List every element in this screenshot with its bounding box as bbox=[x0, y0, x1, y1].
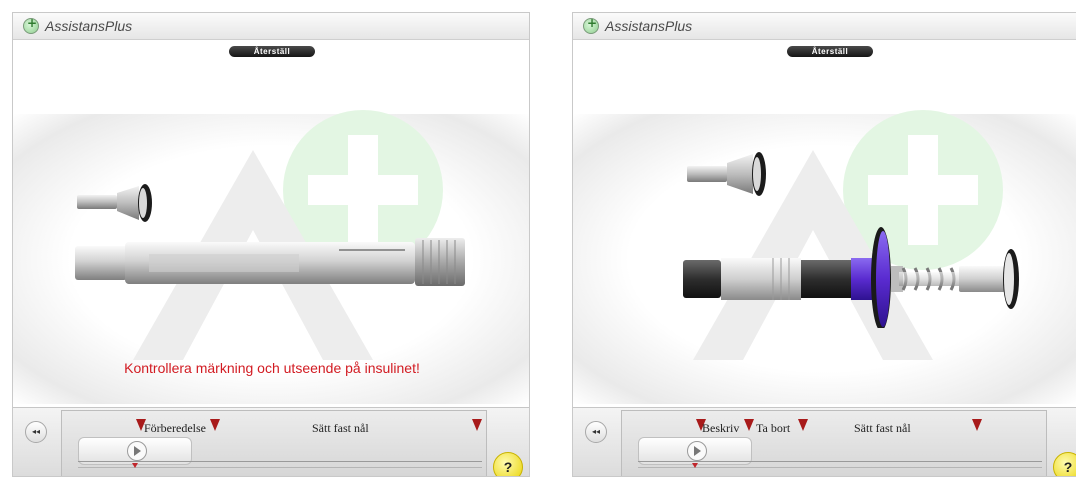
play-icon[interactable] bbox=[687, 441, 707, 461]
timeline-area: ◂◂ Beskriv Ta bort Sätt fast nål ? bbox=[573, 407, 1076, 476]
reset-button[interactable]: Återställ bbox=[787, 46, 873, 57]
chapter-label[interactable]: Sätt fast nål bbox=[854, 421, 911, 436]
assistansplus-logo-icon bbox=[583, 16, 599, 34]
chapter-marker[interactable] bbox=[972, 419, 982, 431]
reset-button[interactable]: Återställ bbox=[229, 46, 315, 57]
play-icon[interactable] bbox=[127, 441, 147, 461]
progress-bar[interactable] bbox=[638, 461, 1042, 462]
pen-mechanism[interactable] bbox=[677, 218, 1047, 328]
help-button[interactable]: ? bbox=[493, 452, 523, 476]
progress-bar[interactable] bbox=[78, 461, 482, 462]
help-button[interactable]: ? bbox=[1053, 452, 1076, 476]
chapter-label[interactable]: Förberedelse bbox=[144, 421, 210, 436]
app-title: AssistansPlus bbox=[605, 18, 693, 34]
needle-cap[interactable] bbox=[73, 180, 173, 230]
chapter-marker[interactable] bbox=[472, 419, 482, 431]
app-window-right: AssistansPlus Återställ bbox=[572, 12, 1076, 477]
progress-bar-track bbox=[78, 467, 482, 468]
insulin-pen[interactable] bbox=[69, 232, 479, 292]
assistansplus-logo-icon bbox=[23, 16, 39, 34]
progress-thumb[interactable] bbox=[132, 463, 138, 468]
viewer-stage[interactable]: Återställ bbox=[13, 40, 529, 408]
instruction-message: Kontrollera märkning och utseende på ins… bbox=[124, 360, 420, 376]
timeline-area: ◂◂ Förberedelse Sätt fast nål ? bbox=[13, 407, 529, 476]
chapter-marker[interactable] bbox=[798, 419, 808, 431]
chapter-label[interactable]: Sätt fast nål bbox=[312, 421, 369, 436]
rewind-button[interactable]: ◂◂ bbox=[585, 421, 607, 443]
progress-thumb[interactable] bbox=[692, 463, 698, 468]
viewer-stage[interactable]: Återställ bbox=[573, 40, 1076, 408]
rewind-button[interactable]: ◂◂ bbox=[25, 421, 47, 443]
progress-bar-track bbox=[638, 467, 1042, 468]
chapter-marker[interactable] bbox=[744, 419, 754, 431]
chapter-track[interactable]: Förberedelse Sätt fast nål bbox=[61, 410, 487, 476]
app-window-left: AssistansPlus Återställ bbox=[12, 12, 530, 477]
needle-cap[interactable] bbox=[681, 148, 781, 204]
chapter-track[interactable]: Beskriv Ta bort Sätt fast nål bbox=[621, 410, 1047, 476]
chapter-label[interactable]: Ta bort bbox=[756, 421, 796, 436]
title-bar: AssistansPlus bbox=[13, 13, 529, 40]
app-title: AssistansPlus bbox=[45, 18, 133, 34]
chapter-label[interactable]: Beskriv bbox=[702, 421, 742, 436]
title-bar: AssistansPlus bbox=[573, 13, 1076, 40]
chapter-marker[interactable] bbox=[210, 419, 220, 431]
